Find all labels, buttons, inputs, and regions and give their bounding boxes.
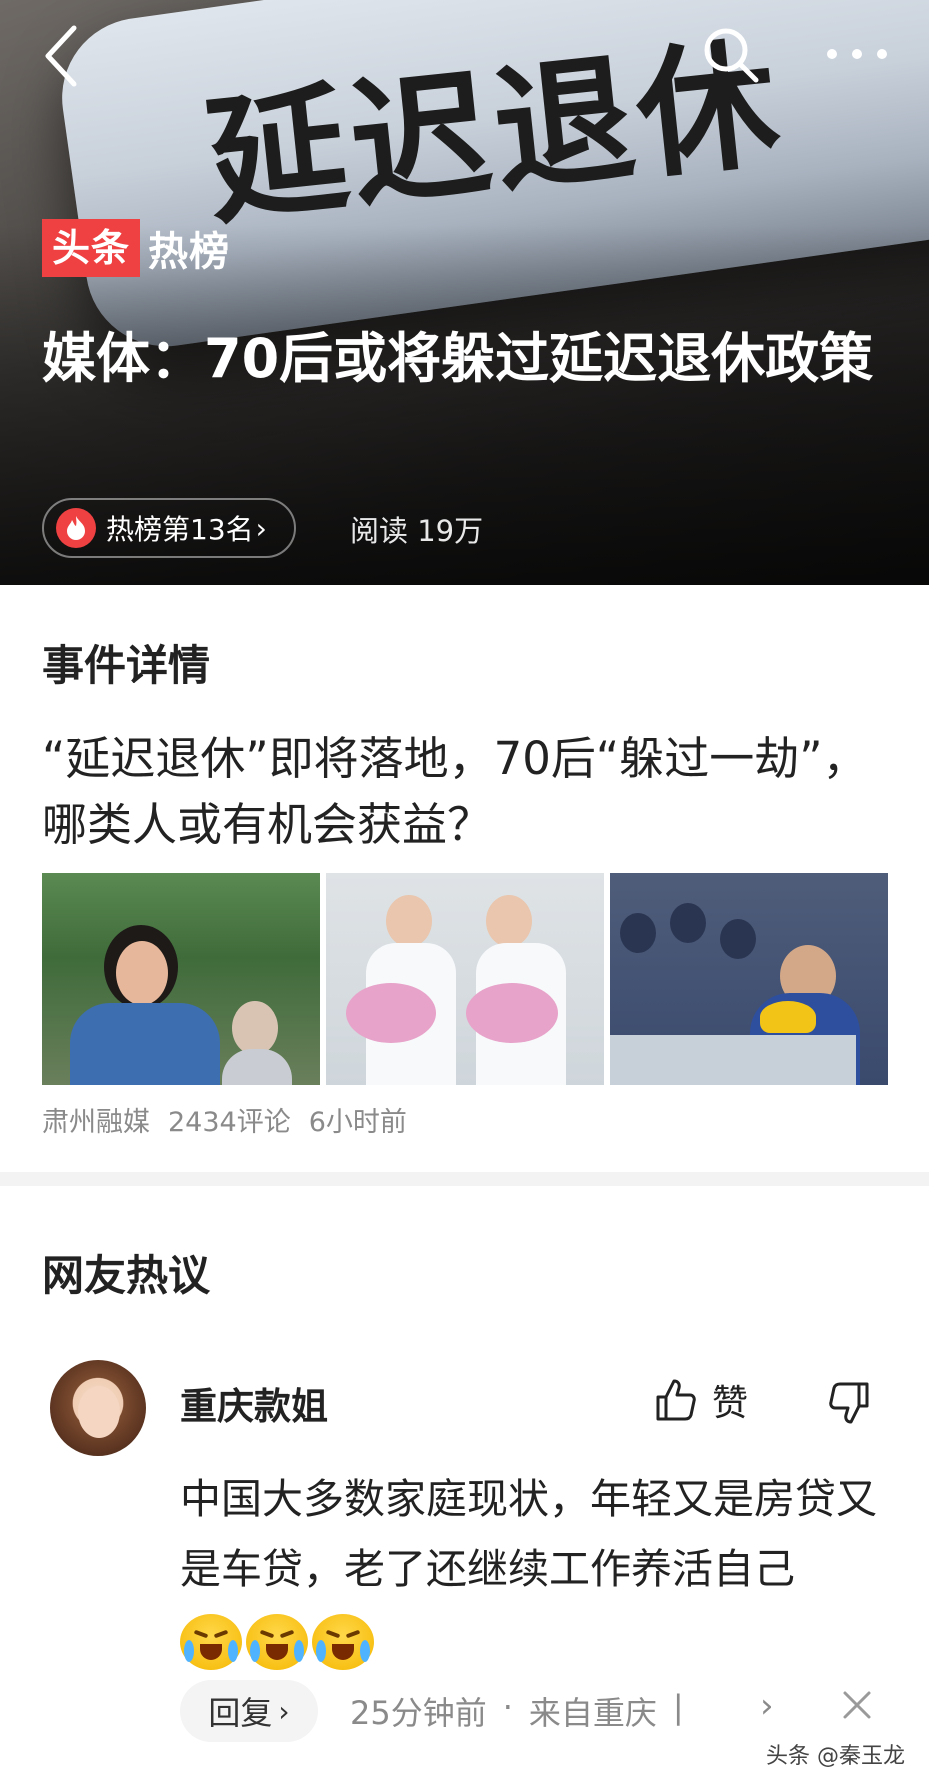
thumbnail-elderly-woman[interactable] [42,873,320,1085]
watermark: 头条 @秦玉龙 [762,1738,909,1770]
thumbnail-nurses-babies[interactable] [326,873,604,1085]
comment-time: 25分钟前 [350,1694,487,1732]
reply-label: 回复 [208,1694,273,1732]
emoji-group [180,1614,374,1670]
brand-badge: 头条 [42,219,141,277]
hot-rank-label: 热榜第13名 [106,513,254,546]
comment-body: 中国大多数家庭现状，年轻又是房贷又是车贷，老了还继续工作养活自己 [180,1464,880,1674]
reply-button[interactable]: 回复 › [180,1680,318,1742]
article-time: 6小时前 [308,1107,407,1138]
more-icon[interactable] [822,36,892,72]
more-chevron-icon[interactable]: › [760,1686,774,1726]
like-label: 赞 [712,1383,749,1424]
crying-emoji-icon [312,1614,374,1670]
meta-bar: | [672,1688,684,1726]
discussion-title: 网友热议 [42,1251,211,1300]
comment-username[interactable]: 重庆款姐 [180,1376,328,1430]
comment-location: 来自重庆 [528,1694,657,1732]
thumbs-down-icon[interactable] [826,1380,872,1426]
comment-meta: 25分钟前 · 来自重庆 | [350,1688,684,1734]
thumbs-up-icon [656,1379,696,1421]
hero-banner: 延迟退休 头条 热榜 媒体：70后或将躲过延迟退休政策 热榜第13名 › 阅读 … [0,0,929,585]
crying-emoji-icon [180,1614,242,1670]
article-meta: 肃州融媒 2434评论 6小时前 [42,1100,407,1139]
chevron-right-icon: › [255,511,267,545]
read-count: 阅读 19万 [350,514,484,548]
search-icon[interactable] [700,24,762,86]
meta-separator: · [502,1688,513,1726]
back-icon[interactable] [40,22,80,90]
section-divider [0,1172,929,1186]
brand-logo: 头条 热榜 [42,218,230,278]
article-headline[interactable]: “延迟退休”即将落地，70后“躲过一劫”，哪类人或有机会获益？ [42,726,892,858]
page-title: 媒体：70后或将躲过延迟退休政策 [42,327,874,390]
like-button[interactable]: 赞 [654,1374,748,1426]
hot-rank-button[interactable]: 热榜第13名 › [42,498,296,558]
article-source: 肃州融媒 [42,1107,150,1138]
event-details-title: 事件详情 [42,641,211,690]
brand-label: 热榜 [148,229,231,275]
article-comment-count: 2434评论 [168,1107,291,1138]
fire-icon [56,508,96,548]
chevron-right-icon: › [278,1694,290,1728]
article-thumbnails[interactable] [42,873,888,1085]
thumbnail-workers-exam[interactable] [610,873,888,1085]
close-icon[interactable] [842,1690,872,1720]
crying-emoji-icon [246,1614,308,1670]
avatar[interactable] [50,1360,146,1456]
comment-text: 中国大多数家庭现状，年轻又是房贷又是车贷，老了还继续工作养活自己 [180,1475,877,1593]
avatar-face [78,1386,120,1438]
